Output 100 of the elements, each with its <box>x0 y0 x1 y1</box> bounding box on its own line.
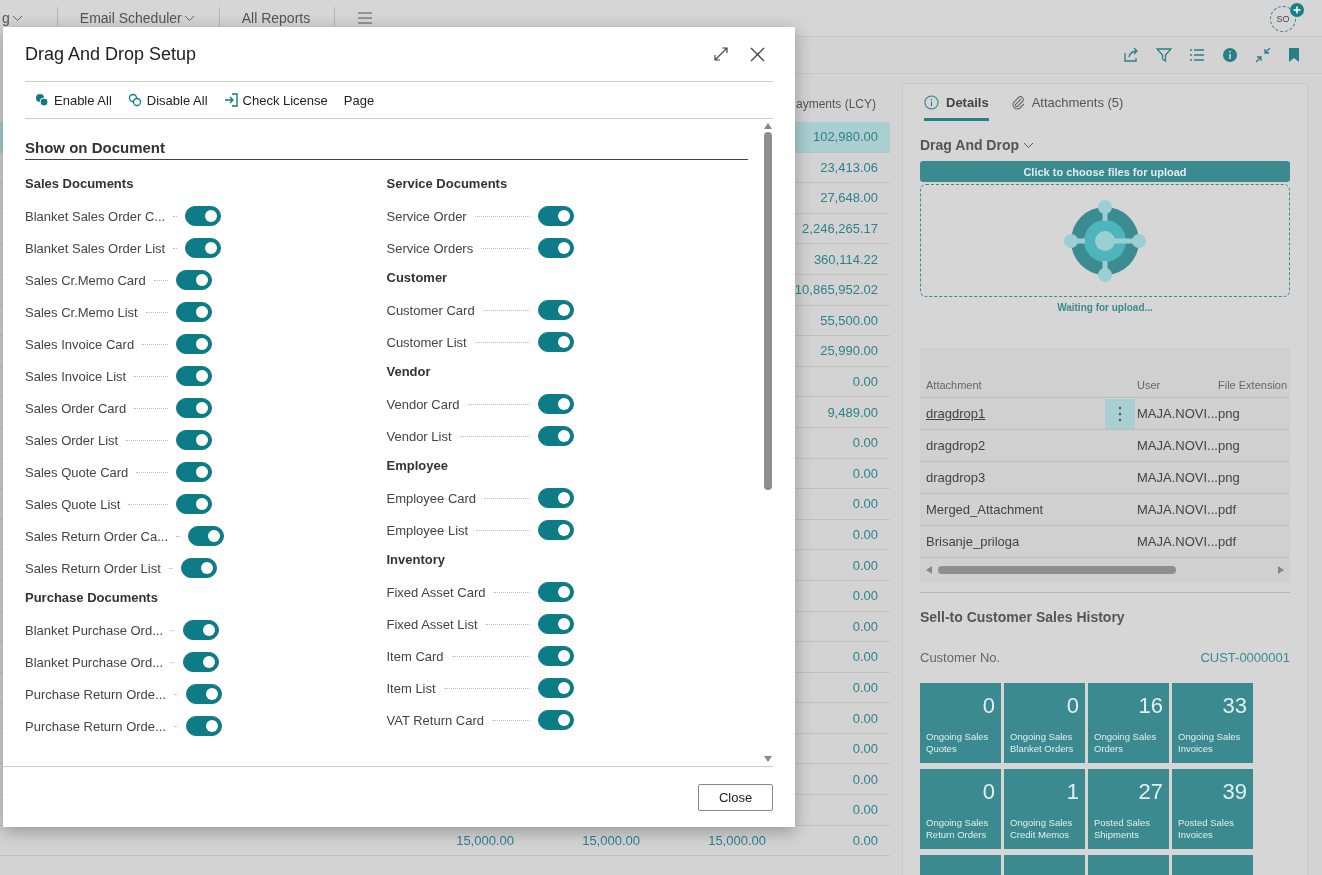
tile-count: 27 <box>1138 779 1163 805</box>
section-toggle[interactable]: Drag And Drop <box>920 137 1035 153</box>
leader-line <box>153 279 168 281</box>
bookmark-icon[interactable] <box>1288 47 1300 63</box>
action-button[interactable]: Check License <box>223 92 328 108</box>
tile-label: Posted Sales Invoices <box>1178 817 1235 841</box>
action-button[interactable]: Page <box>343 92 375 108</box>
toggle-switch[interactable] <box>537 678 574 698</box>
toggle-switch[interactable] <box>537 646 574 666</box>
leader-line <box>476 529 530 531</box>
info-icon <box>924 95 939 110</box>
filter-icon[interactable] <box>1156 47 1172 63</box>
table-cell-text: 0.00 <box>852 771 879 787</box>
toggle-switch[interactable] <box>537 710 574 730</box>
drop-zone[interactable] <box>920 184 1290 297</box>
cue-tile[interactable]: 39 Posted Sales Invoices <box>1172 769 1253 849</box>
cue-tile[interactable] <box>920 855 1001 875</box>
table-cell-text: 15,000.00 <box>708 832 767 848</box>
toggle-icon <box>35 93 49 107</box>
scroll-up-icon[interactable] <box>764 123 772 129</box>
tile-count: 1 <box>1066 779 1079 805</box>
table-cell-text: dragdrop2 <box>925 438 987 453</box>
collapse-icon[interactable] <box>1255 47 1271 63</box>
toggle-switch[interactable] <box>185 206 222 226</box>
toggle-switch[interactable] <box>176 302 212 322</box>
setting-label: Sales Return Order List <box>25 560 161 576</box>
table-cell: png <box>1218 470 1240 485</box>
toggle-switch[interactable] <box>185 684 222 704</box>
toggle-switch[interactable] <box>537 332 574 352</box>
toggle-switch[interactable] <box>537 488 574 508</box>
close-icon[interactable] <box>750 46 765 62</box>
info-icon[interactable] <box>1222 47 1238 63</box>
tab[interactable]: Details <box>924 95 989 121</box>
toggle-switch[interactable] <box>537 614 574 634</box>
toggle-switch[interactable] <box>185 238 222 258</box>
scroll-down-icon[interactable] <box>764 756 772 762</box>
cue-tile[interactable]: 0 Ongoing Sales Blanket Orders <box>1004 683 1085 763</box>
action-button[interactable]: Enable All <box>35 92 112 108</box>
leader-line <box>482 309 530 311</box>
expand-icon[interactable] <box>714 47 728 61</box>
leader-line <box>173 693 178 695</box>
toggle-switch[interactable] <box>185 716 222 736</box>
toggle-switch[interactable] <box>537 238 574 258</box>
cue-tile[interactable]: 1 Ongoing Sales Credit Memos <box>1004 769 1085 849</box>
upload-button[interactable]: Click to choose files for upload <box>920 161 1290 182</box>
nav-menu[interactable]: All Reports <box>241 10 321 26</box>
setting-label: VAT Return Card <box>386 712 485 728</box>
toggle-switch[interactable] <box>537 426 574 446</box>
toggle-switch[interactable] <box>537 206 574 226</box>
group-title: Vendor <box>386 364 432 381</box>
table-cell-text: 0.00 <box>852 374 879 390</box>
toggle-switch[interactable] <box>176 494 212 514</box>
toggle-switch[interactable] <box>176 334 212 354</box>
tab[interactable]: Attachments (5) <box>1010 95 1124 121</box>
setting-label: Blanket Purchase Ord... <box>25 654 163 670</box>
leader-line <box>474 341 530 343</box>
group-title: Customer <box>386 270 449 287</box>
attachment-link[interactable]: dragdrop1 <box>920 406 1105 421</box>
column-header[interactable]: File Extension <box>1218 379 1288 391</box>
toggle-switch[interactable] <box>537 394 574 414</box>
nav-menu[interactable]: Email Scheduler <box>79 10 205 26</box>
toggle-switch[interactable] <box>537 300 574 320</box>
toggle-switch[interactable] <box>537 520 574 540</box>
cue-tile[interactable]: 0 Ongoing Sales Return Orders <box>920 769 1001 849</box>
setting-label: Blanket Sales Order List <box>25 240 166 256</box>
table-cell-text: 102,980.00 <box>812 129 879 145</box>
tile-label: Ongoing Sales Return Orders <box>926 817 990 841</box>
table-cell-text: 55,500.00 <box>820 312 879 328</box>
cue-tile[interactable]: 33 Ongoing Sales Invoices <box>1172 683 1253 763</box>
share-icon[interactable] <box>1123 47 1139 63</box>
action-button[interactable]: Disable All <box>127 92 208 108</box>
toggle-switch[interactable] <box>176 366 212 386</box>
toggle-switch[interactable] <box>188 526 225 546</box>
toggle-switch[interactable] <box>176 430 212 450</box>
toggle-switch[interactable] <box>183 652 219 672</box>
setting-label: Item Card <box>386 648 444 664</box>
nav-menu[interactable]: g <box>2 10 43 26</box>
cue-tile[interactable] <box>1088 855 1169 875</box>
toggle-switch[interactable] <box>183 620 219 640</box>
column-header[interactable]: ayments (LCY) <box>795 97 890 111</box>
table-cell: png <box>1218 406 1240 421</box>
cue-tile[interactable] <box>1172 855 1253 875</box>
setting-label: Sales Invoice List <box>25 368 127 384</box>
cue-tile[interactable]: 27 Posted Sales Shipments <box>1088 769 1169 849</box>
column-header[interactable]: Attachment <box>920 379 1135 391</box>
toggle-switch[interactable] <box>176 270 212 290</box>
toggle-switch[interactable] <box>537 582 574 602</box>
tile-count: 39 <box>1222 779 1247 805</box>
cue-tile[interactable] <box>1004 855 1085 875</box>
column-header[interactable]: User <box>1135 379 1218 391</box>
setting-label: Customer Card <box>386 302 475 318</box>
field-label: Customer No. <box>920 650 1001 665</box>
toggle-switch[interactable] <box>176 398 212 418</box>
close-button[interactable]: Close <box>698 783 773 811</box>
toggle-switch[interactable] <box>176 462 212 482</box>
toggle-switch[interactable] <box>180 558 217 578</box>
setting-label: Item List <box>386 680 436 696</box>
customer-link[interactable]: CUST-0000001 <box>1200 650 1290 665</box>
cue-tile[interactable]: 0 Ongoing Sales Quotes <box>920 683 1001 763</box>
cue-tile[interactable]: 16 Ongoing Sales Orders <box>1088 683 1169 763</box>
